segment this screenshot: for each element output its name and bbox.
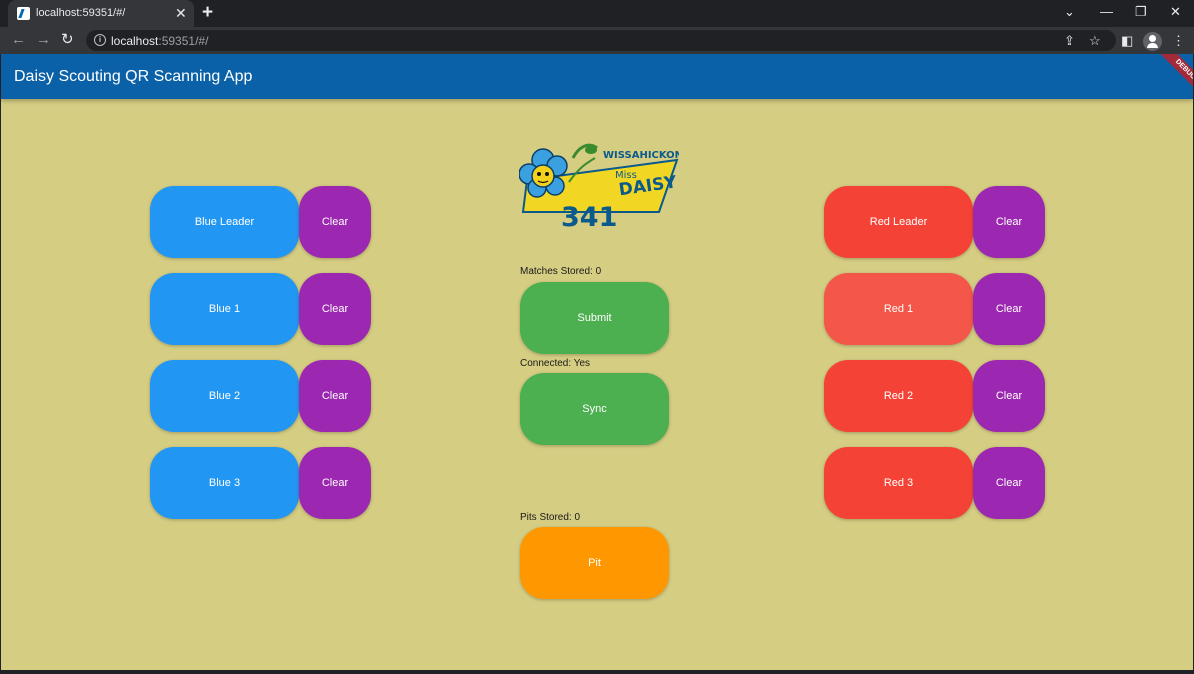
site-info-icon[interactable]: i [94,34,106,46]
blue-1-clear-button[interactable]: Clear [299,273,371,345]
tab-search-icon[interactable]: ⌄ [1064,3,1075,21]
browser-tabstrip: localhost:59351/#/ ✕ + ⌄ — ❐ ✕ [0,0,1194,27]
logo-wissahickon: WISSAHICKON [603,150,679,161]
red-2-button[interactable]: Red 2 [824,360,973,432]
blue-3-button[interactable]: Blue 3 [150,447,299,519]
flutter-favicon-icon [17,7,30,20]
app-title: Daisy Scouting QR Scanning App [14,68,253,85]
sync-button[interactable]: Sync [520,373,669,445]
bookmark-star-icon[interactable]: ☆ [1089,32,1101,49]
reload-icon[interactable]: ↻ [61,31,74,49]
restore-icon[interactable]: ❐ [1135,3,1147,21]
red-3-clear-button[interactable]: Clear [973,447,1045,519]
side-panel-icon[interactable]: ◧ [1121,32,1133,49]
address-bar[interactable]: i localhost:59351/#/ ⇪ ☆ [86,30,1116,51]
share-icon[interactable]: ⇪ [1064,32,1075,49]
connected-label: Connected: Yes [520,358,591,369]
app-root: Daisy Scouting QR Scanning App DEBUG WIS… [1,54,1193,670]
tab-title: localhost:59351/#/ [36,7,126,19]
blue-2-clear-button[interactable]: Clear [299,360,371,432]
matches-stored-label: Matches Stored: 0 [520,266,602,277]
miss-daisy-341-logo: WISSAHICKON Miss DAISY 341 [519,143,679,230]
submit-button[interactable]: Submit [520,282,669,354]
new-tab-icon[interactable]: + [202,3,213,23]
blue-leader-clear-button[interactable]: Clear [299,186,371,258]
url-text: localhost:59351/#/ [111,34,209,48]
red-1-button[interactable]: Red 1 [824,273,973,345]
app-bar: Daisy Scouting QR Scanning App [1,54,1193,99]
profile-avatar-icon[interactable] [1143,32,1162,51]
logo-number: 341 [561,202,617,230]
tab-close-icon[interactable]: ✕ [175,4,187,22]
menu-kebab-icon[interactable]: ⋮ [1172,32,1185,49]
pit-button[interactable]: Pit [520,527,669,599]
forward-icon[interactable]: → [36,31,51,49]
back-icon[interactable]: ← [11,31,26,49]
pits-stored-label: Pits Stored: 0 [520,512,581,523]
minimize-icon[interactable]: — [1100,3,1113,21]
blue-leader-button[interactable]: Blue Leader [150,186,299,258]
window-close-icon[interactable]: ✕ [1170,3,1181,21]
red-leader-clear-button[interactable]: Clear [973,186,1045,258]
browser-tab[interactable]: localhost:59351/#/ ✕ [8,0,194,27]
red-leader-button[interactable]: Red Leader [824,186,973,258]
red-2-clear-button[interactable]: Clear [973,360,1045,432]
red-1-clear-button[interactable]: Clear [973,273,1045,345]
blue-2-button[interactable]: Blue 2 [150,360,299,432]
browser-toolbar: ← → ↻ i localhost:59351/#/ ⇪ ☆ ◧ ⋮ [0,27,1194,54]
blue-1-button[interactable]: Blue 1 [150,273,299,345]
blue-3-clear-button[interactable]: Clear [299,447,371,519]
red-3-button[interactable]: Red 3 [824,447,973,519]
